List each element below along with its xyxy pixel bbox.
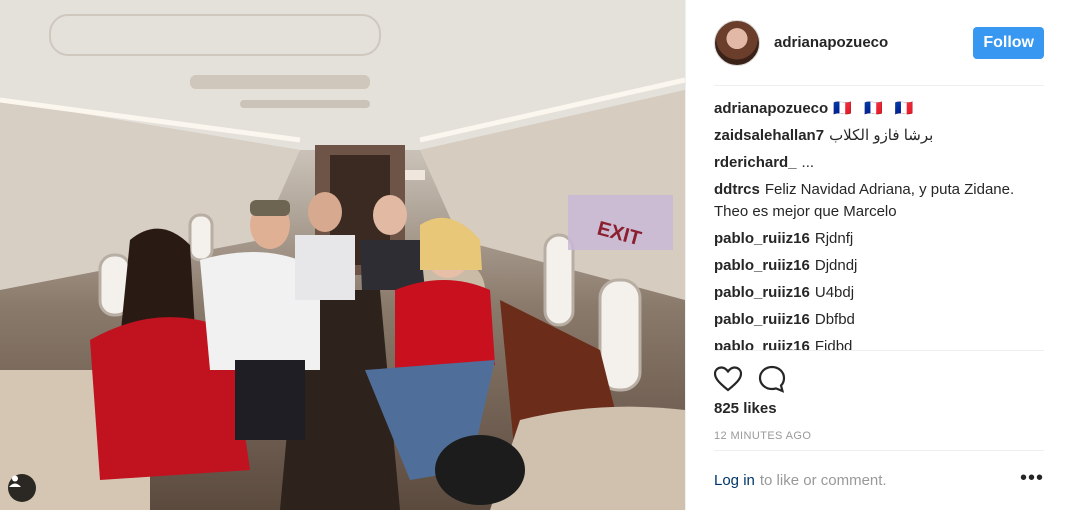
comment-icon[interactable] [758, 365, 786, 393]
follow-button[interactable]: Follow [973, 26, 1044, 59]
comment-item: pablo_ruiiz16 Dbfbd [714, 309, 1046, 331]
heart-icon[interactable] [714, 365, 742, 392]
comment-text: 🇫🇷 🇫🇷 🇫🇷 [833, 100, 918, 117]
comment-text: Dbfbd [814, 311, 855, 328]
cabin-illustration: EXIT [0, 0, 685, 510]
comment-username[interactable]: pablo_ruiiz16 [714, 284, 810, 301]
comment-item: zaidsalehallan7 برشا فازو الكلاب [714, 125, 1046, 147]
comment-username[interactable]: pablo_ruiiz16 [714, 338, 810, 350]
action-bar [714, 350, 1044, 394]
comment-item: pablo_ruiiz16 Rjdnfj [714, 228, 1046, 250]
comment-username[interactable]: pablo_ruiiz16 [714, 257, 810, 274]
header-username[interactable]: adrianapozueco [774, 34, 973, 51]
comment-item: rderichard_... [714, 152, 1046, 174]
comment-text: Fjdbd [814, 338, 853, 350]
comment-username[interactable]: rderichard_ [714, 154, 797, 171]
comment-item: pablo_ruiiz16 Djdndj [714, 255, 1046, 277]
comment-item: pablo_ruiiz16 Fjdbd [714, 336, 1046, 350]
login-prompt-text: to like or comment. [759, 472, 887, 489]
login-link[interactable]: Log in [714, 472, 755, 489]
comment-text: برشا فازو الكلاب [829, 127, 934, 144]
comment-item: adrianapozueco 🇫🇷 🇫🇷 🇫🇷 [714, 98, 1046, 120]
comment-username[interactable]: ddtrcs [714, 181, 760, 198]
comment-text: Djdndj [814, 257, 858, 274]
user-tag-icon[interactable] [8, 474, 36, 502]
like-count[interactable]: 825 likes [714, 400, 777, 417]
more-options-icon[interactable]: ••• [1020, 468, 1044, 489]
comment-username[interactable]: pablo_ruiiz16 [714, 230, 810, 247]
comment-item: pablo_ruiiz16 U4bdj [714, 282, 1046, 304]
comment-item: ddtrcs Feliz Navidad Adriana, y puta Zida… [714, 179, 1046, 223]
comment-text: ... [801, 154, 815, 171]
comments-list[interactable]: adrianapozueco 🇫🇷 🇫🇷 🇫🇷 zaidsalehallan7 بر… [714, 98, 1046, 350]
comment-text: Rjdnfj [814, 230, 854, 247]
comment-username[interactable]: adrianapozueco [714, 100, 828, 117]
post-photo[interactable]: EXIT [0, 0, 685, 510]
post-side-panel: adrianapozueco Follow adrianapozueco 🇫🇷 🇫… [685, 0, 1068, 510]
avatar[interactable] [714, 19, 760, 66]
comment-text: U4bdj [814, 284, 855, 301]
comment-username[interactable]: pablo_ruiiz16 [714, 311, 810, 328]
post-header: adrianapozueco Follow [686, 0, 1068, 86]
comment-footer: Log in to like or comment. ••• [714, 450, 1044, 510]
post-timestamp[interactable]: 12 MINUTES AGO [714, 430, 811, 442]
comment-username[interactable]: zaidsalehallan7 [714, 127, 824, 144]
